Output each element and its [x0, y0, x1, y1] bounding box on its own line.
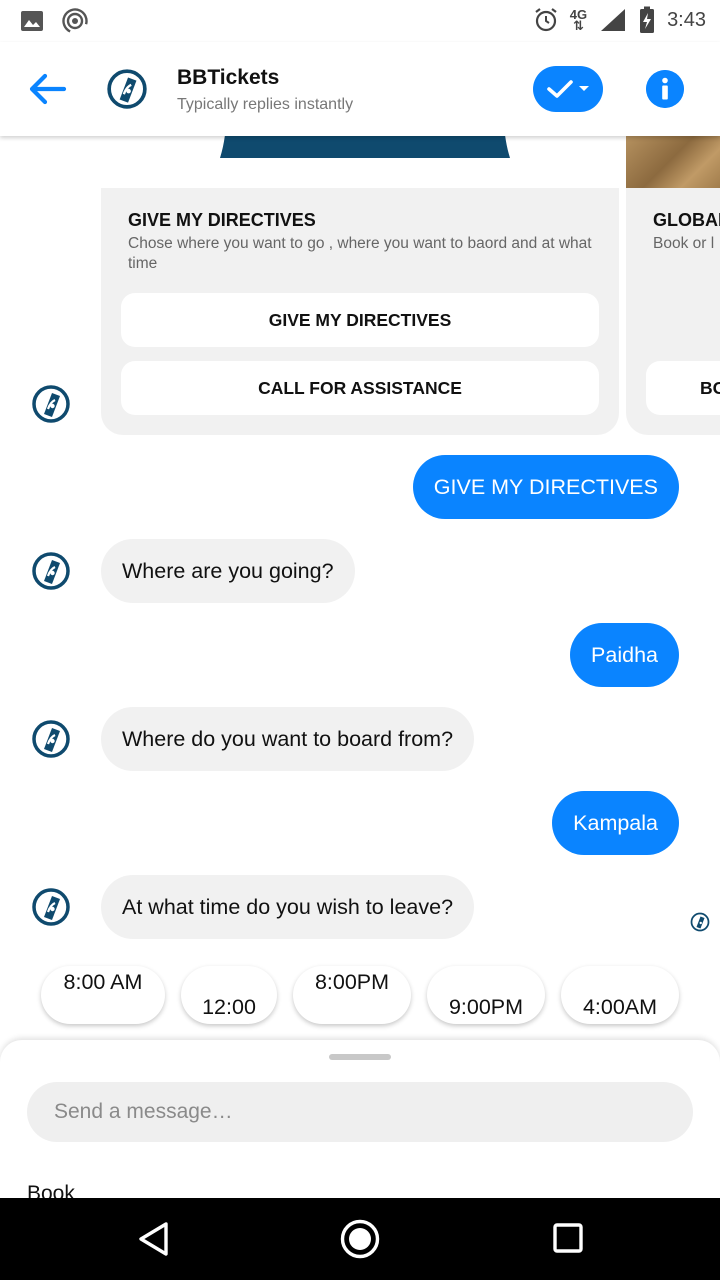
image-notification-icon: [21, 11, 43, 31]
give-directives-button[interactable]: GIVE MY DIRECTIVES: [121, 293, 599, 347]
nav-home-icon[interactable]: [340, 1219, 380, 1259]
call-assistance-button[interactable]: CALL FOR ASSISTANCE: [121, 361, 599, 415]
outgoing-message[interactable]: GIVE MY DIRECTIVES: [412, 455, 679, 519]
card-title: GIVE MY DIRECTIVES: [128, 210, 316, 230]
quick-replies: 8:00 AM 12:00 8:00PM 9:00PM 4:00AM: [0, 962, 720, 1032]
quick-reply[interactable]: 8:00 AM: [41, 966, 165, 1024]
quick-reply[interactable]: 12:00: [181, 966, 277, 1024]
card-description: Chose where you want to go , where you w…: [128, 235, 592, 272]
quick-reply[interactable]: 9:00PM: [427, 966, 545, 1024]
hotspot-icon: [62, 8, 88, 34]
template-card-next[interactable]: GLOBAL Book or l BO: [626, 188, 720, 435]
persistent-menu-item[interactable]: Book: [27, 1182, 75, 1198]
card-description: Book or l: [653, 235, 715, 252]
incoming-message[interactable]: At what time do you wish to leave?: [101, 875, 475, 939]
chevron-down-icon: [579, 86, 589, 91]
checkmark-icon: [547, 80, 573, 98]
info-icon[interactable]: [646, 70, 684, 108]
outgoing-message[interactable]: Kampala: [552, 791, 679, 855]
book-button[interactable]: BO: [646, 361, 720, 415]
bbtickets-logo-icon[interactable]: [31, 384, 71, 424]
bbtickets-logo-icon[interactable]: [31, 719, 71, 759]
conversation-header: BBTickets Typically replies instantly: [0, 42, 720, 136]
messenger-screen: 4G ⇅ 3:43 BBTickets Typically replies ins…: [0, 0, 720, 1280]
back-arrow-icon[interactable]: [26, 70, 68, 108]
alarm-icon: [535, 8, 557, 32]
quick-reply[interactable]: 4:00AM: [561, 966, 679, 1024]
clock: 3:43: [667, 8, 706, 31]
message-input[interactable]: [27, 1082, 693, 1142]
nav-back-icon[interactable]: [136, 1220, 172, 1258]
seen-receipt-icon: [690, 912, 710, 932]
outgoing-message[interactable]: Paidha: [570, 623, 679, 687]
conversation-subtitle: Typically replies instantly: [177, 96, 354, 113]
signal-icon: [601, 9, 626, 31]
battery-charging-icon: [640, 6, 655, 33]
card-title: GLOBAL: [653, 210, 720, 230]
message-list[interactable]: GIVE MY DIRECTIVES Chose where you want …: [0, 136, 720, 1040]
conversation-title: BBTickets: [177, 66, 280, 89]
bbtickets-logo-icon[interactable]: [31, 887, 71, 927]
bbtickets-logo-icon[interactable]: [31, 551, 71, 591]
template-card: GIVE MY DIRECTIVES Chose where you want …: [101, 188, 619, 435]
sheet-handle[interactable]: [329, 1054, 391, 1060]
done-dropdown-button[interactable]: [533, 66, 603, 112]
card-image-logo: [220, 136, 510, 158]
incoming-message[interactable]: Where do you want to board from?: [101, 707, 475, 771]
card-image-road: [626, 136, 720, 188]
composer-sheet: Book: [0, 1040, 720, 1198]
quick-reply[interactable]: 8:00PM: [293, 966, 411, 1024]
system-nav-bar: [0, 1198, 720, 1280]
incoming-message[interactable]: Where are you going?: [101, 539, 355, 603]
network-type: 4G ⇅: [569, 7, 588, 33]
nav-recents-icon[interactable]: [553, 1223, 583, 1253]
bbtickets-logo-icon[interactable]: [106, 68, 148, 110]
status-bar: 4G ⇅ 3:43: [0, 0, 720, 42]
